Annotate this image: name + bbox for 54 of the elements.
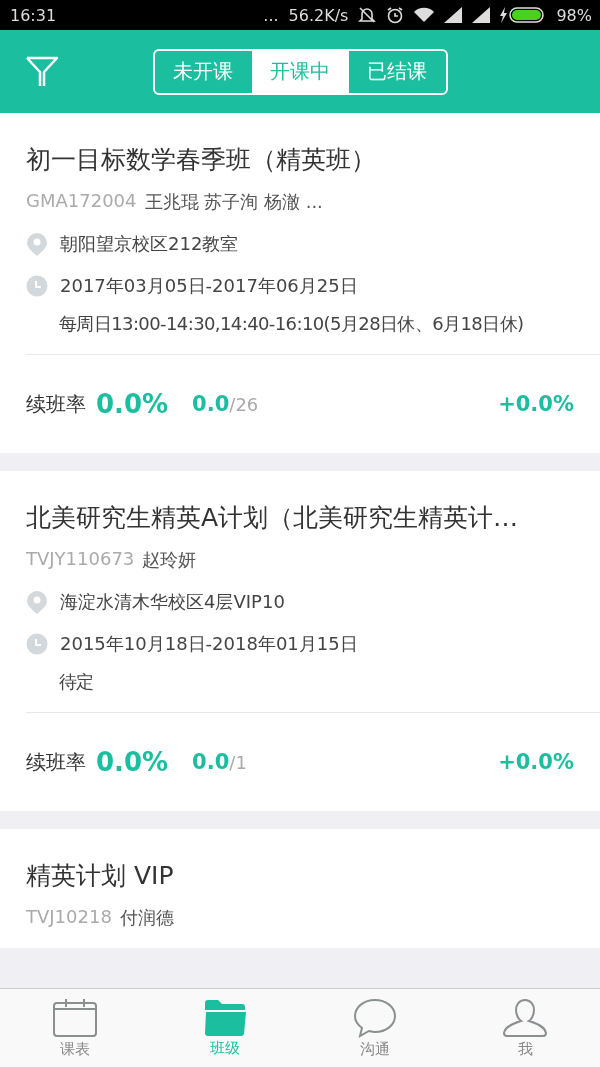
network-speed: 56.2K/s — [288, 5, 349, 25]
signal-icon — [444, 7, 463, 23]
class-code: GMA172004 — [26, 190, 137, 213]
nav-tab[interactable]: 班级 — [150, 989, 300, 1067]
class-location: 海淀水清木华校区4层VIP10 — [60, 590, 285, 614]
status-dots: ... — [263, 5, 279, 25]
location-pin-icon — [26, 590, 48, 614]
status-tab[interactable]: 开课中 — [251, 50, 349, 93]
nav-tab[interactable]: 我 — [450, 989, 600, 1067]
rate-change: +0.0% — [498, 392, 574, 416]
teacher-names: 赵玲妍 — [142, 548, 197, 572]
teacher-names: 王兆琨 苏子洵 杨澈 ... — [144, 190, 323, 214]
chat-bubble-icon — [353, 997, 397, 1038]
nav-tab[interactable]: 沟通 — [300, 989, 450, 1067]
teacher-names: 付润德 — [119, 906, 174, 930]
folder-icon — [203, 998, 247, 1037]
status-tab[interactable]: 未开课 — [154, 50, 252, 93]
renewal-count: 0.0 — [192, 392, 230, 416]
student-total: /1 — [229, 751, 247, 773]
class-code: TVJ10218 — [26, 906, 112, 929]
renewal-rate-label: 续班率 — [26, 390, 86, 418]
rate-change: +0.0% — [498, 750, 574, 774]
class-schedule: 每周日13:00-14:30,14:40-16:10(5月28日休、6月18日休) — [59, 312, 524, 336]
class-card[interactable]: 北美研究生精英A计划（北美研究生精英计… TVJY110673 赵玲妍 海淀水清木华校区4层VIP10 2015年10月18日-2018年01月15日 待定 续班率 0.0% 0.0/1 +0.0% — [0, 471, 600, 811]
status-time: 16:31 — [10, 5, 57, 25]
class-code: TVJY110673 — [26, 548, 135, 571]
class-dates: 2015年10月18日-2018年01月15日 — [60, 632, 358, 656]
class-title: 初一目标数学春季班（精英班） — [26, 144, 377, 176]
renewal-rate: 0.0% — [96, 747, 169, 777]
filter-icon[interactable] — [25, 56, 59, 88]
person-icon — [502, 997, 548, 1038]
calendar-icon — [52, 997, 98, 1038]
nav-tab[interactable]: 课表 — [0, 989, 150, 1067]
charging-battery-icon — [500, 7, 547, 23]
renewal-rate: 0.0% — [96, 389, 169, 419]
clock-icon — [26, 275, 48, 297]
student-total: /26 — [229, 393, 259, 415]
class-schedule: 待定 — [59, 670, 94, 694]
status-tab[interactable]: 已结课 — [348, 50, 446, 93]
class-dates: 2017年03月05日-2017年06月25日 — [60, 274, 358, 298]
class-card[interactable]: 精英计划 VIP TVJ10218 付润德 — [0, 829, 600, 948]
signal-icon — [472, 7, 491, 23]
battery-percent: 98% — [556, 5, 592, 25]
alarm-clock-icon — [386, 6, 405, 24]
location-pin-icon — [26, 232, 48, 256]
wifi-icon — [414, 7, 435, 23]
class-location: 朝阳望京校区212教室 — [60, 232, 239, 256]
class-title: 精英计划 VIP — [26, 860, 175, 892]
renewal-count: 0.0 — [192, 750, 230, 774]
class-title: 北美研究生精英A计划（北美研究生精英计… — [26, 502, 520, 534]
renewal-rate-label: 续班率 — [26, 748, 86, 776]
clock-icon — [26, 633, 48, 655]
class-card[interactable]: 初一目标数学春季班（精英班） GMA172004 王兆琨 苏子洵 杨澈 ... 朝阳望京校区212教室 2017年03月05日-2017年06月25日 每周日13:00-14:30,14:40-16:10(5月28日休、6月18日休) 续班率 0.0% 0.0/26 +0.0% — [0, 113, 600, 453]
muted-bell-icon — [358, 6, 377, 24]
